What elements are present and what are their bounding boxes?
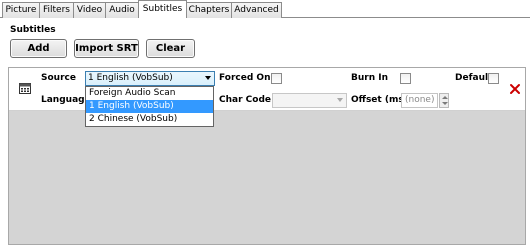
chevron-down-icon — [337, 98, 343, 102]
chevron-down-icon — [205, 76, 211, 80]
dropdown-option-chinese-vobsub[interactable]: 2 Chinese (VobSub) — [86, 113, 213, 126]
subtitle-track-icon — [19, 83, 31, 94]
language-label: Language — [41, 95, 91, 105]
default-label: Default — [455, 73, 493, 83]
forced-only-checkbox[interactable] — [271, 73, 282, 84]
default-checkbox[interactable] — [488, 73, 499, 84]
dropdown-option-english-vobsub[interactable]: 1 English (VobSub) — [86, 100, 213, 113]
tab-filters[interactable]: Filters — [39, 2, 74, 18]
import-srt-button[interactable]: Import SRT — [74, 39, 139, 58]
section-title: Subtitles — [10, 25, 56, 35]
add-button[interactable]: Add — [10, 39, 67, 58]
chevron-up-icon — [442, 96, 448, 99]
tab-picture[interactable]: Picture — [2, 2, 40, 18]
dropdown-option-foreign-audio-scan[interactable]: Foreign Audio Scan — [86, 87, 213, 100]
clear-button[interactable]: Clear — [146, 39, 195, 58]
chevron-down-icon — [442, 102, 448, 105]
tab-chapters[interactable]: Chapters — [186, 2, 232, 18]
tab-video[interactable]: Video — [73, 2, 106, 18]
tab-subtitles[interactable]: Subtitles — [138, 0, 187, 18]
source-select-value: 1 English (VobSub) — [88, 73, 173, 83]
tab-bar: Picture Filters Video Audio Subtitles Ch… — [0, 0, 530, 18]
delete-track-icon[interactable] — [509, 83, 521, 95]
tab-audio[interactable]: Audio — [105, 2, 139, 18]
char-code-select[interactable] — [272, 93, 347, 108]
offset-stepper[interactable] — [439, 93, 449, 108]
burn-in-checkbox[interactable] — [400, 73, 411, 84]
source-dropdown-list: Foreign Audio Scan 1 English (VobSub) 2 … — [85, 86, 214, 127]
char-code-label: Char Code — [219, 95, 271, 105]
burn-in-label: Burn In — [351, 73, 389, 83]
offset-label: Offset (ms) — [351, 95, 408, 105]
source-select[interactable]: 1 English (VobSub) — [85, 71, 215, 86]
source-label: Source — [41, 73, 76, 83]
tab-advanced[interactable]: Advanced — [231, 2, 282, 18]
offset-input[interactable]: (none) — [401, 93, 438, 108]
